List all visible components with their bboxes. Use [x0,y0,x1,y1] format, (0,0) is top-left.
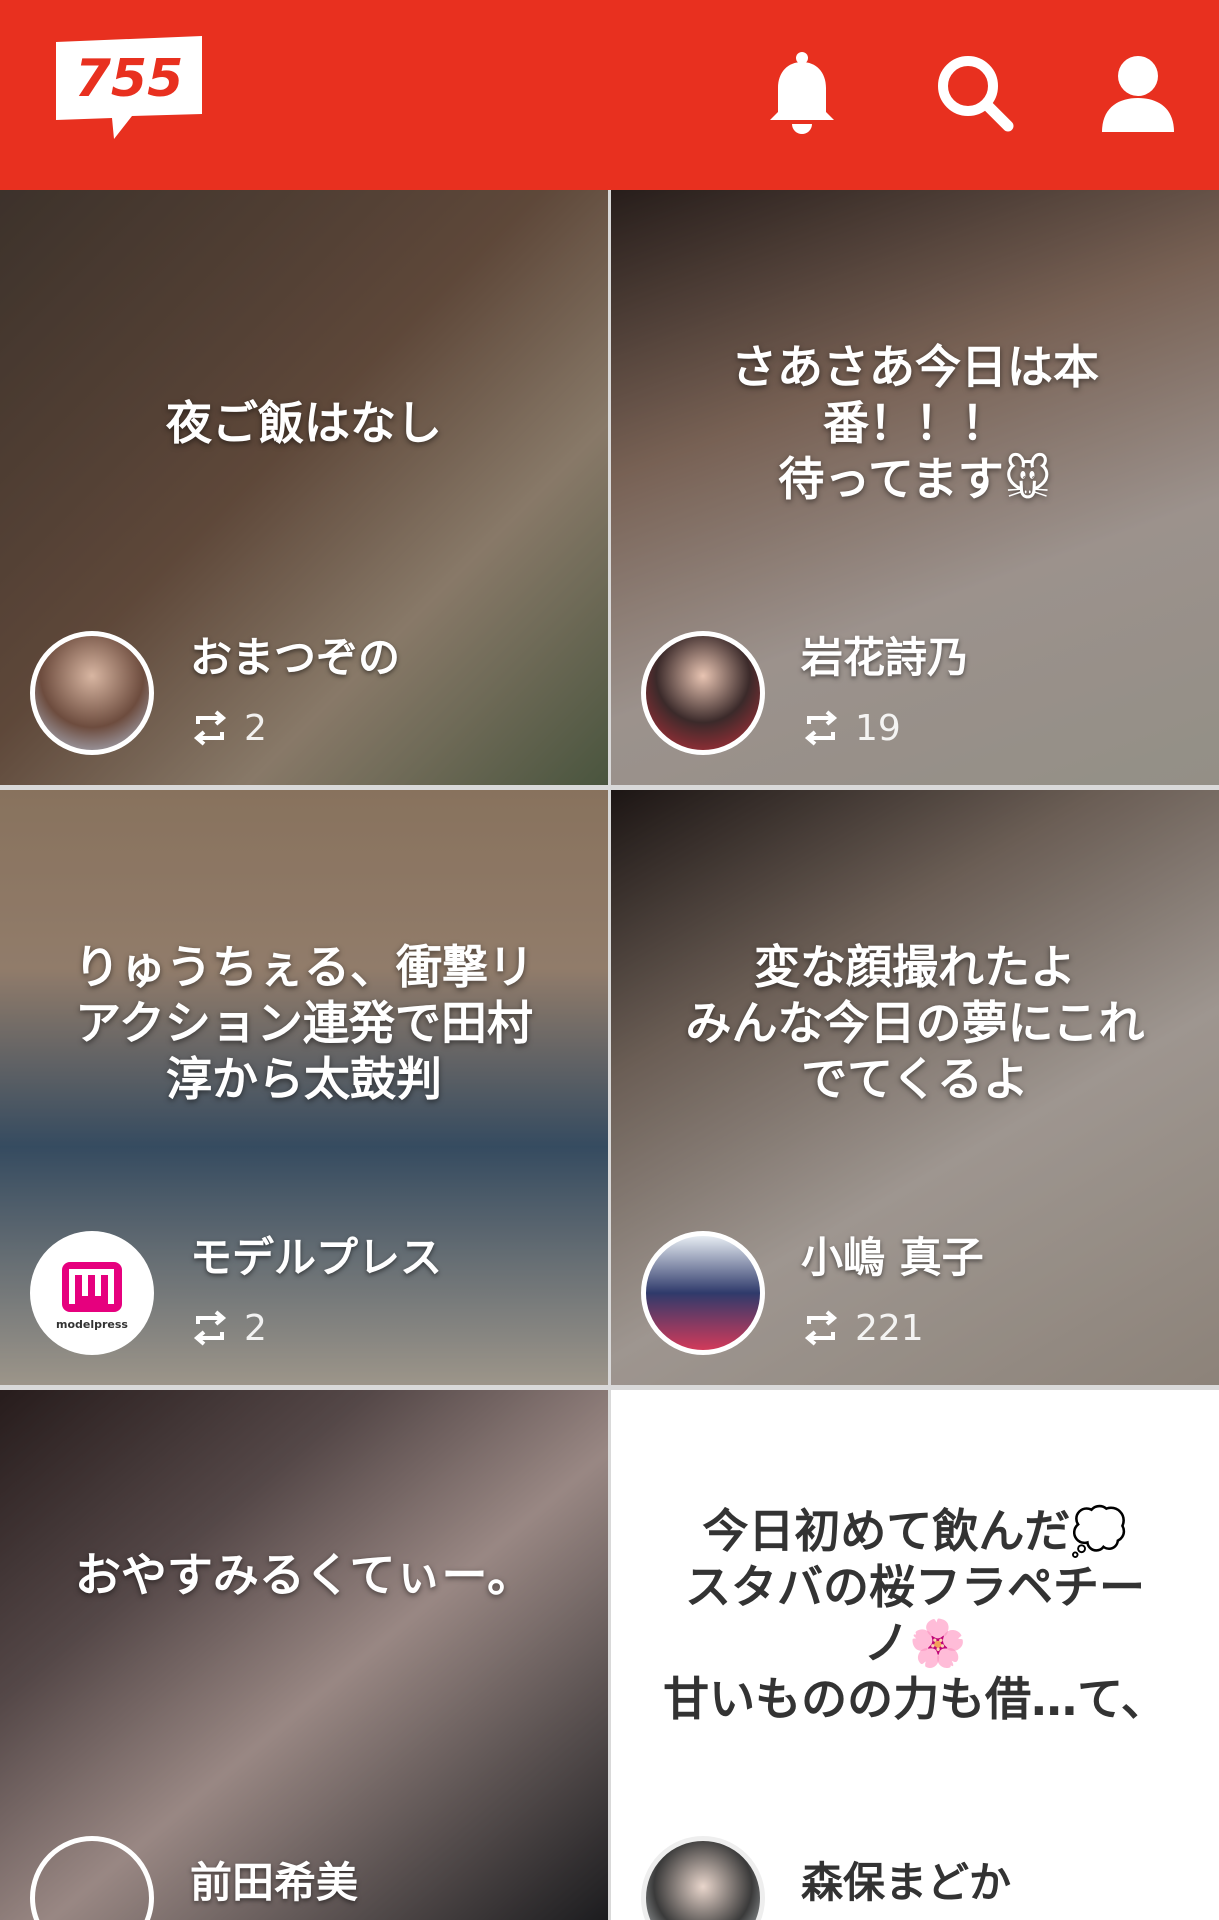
post-caption: さあさあ今日は本 番！！！ 待ってます🐭 [731,339,1099,506]
avatar[interactable] [641,631,765,755]
feed-card[interactable]: 夜ご飯はなし おまつぞの 2 [0,190,608,785]
user-name[interactable]: 森保まどか [801,1849,1011,1910]
repost-count: 19 [855,707,901,749]
user-name[interactable]: 岩花詩乃 [801,624,969,685]
svg-text:modelpress: modelpress [56,1318,128,1331]
user-name[interactable]: 前田希美 [190,1849,358,1910]
repost-meta: 2 [190,703,267,753]
repost-icon [804,1310,838,1346]
post-caption: 今日初めて飲んだ💭 スタバの桜フラペチー ノ🌸 甘いものの力も借…て、 [663,1504,1167,1726]
repost-meta: 221 [801,1303,924,1353]
post-caption: 夜ご飯はなし [166,395,442,450]
user-name[interactable]: おまつぞの [190,624,400,685]
post-caption: 変な顔撮れたよ みんな今日の夢にこれ でてくるよ [685,939,1145,1106]
avatar[interactable] [641,1231,765,1355]
app-header: 755 [0,0,1219,190]
bell-icon[interactable] [760,50,844,134]
user-name[interactable]: 小嶋 真子 [801,1224,984,1285]
repost-icon [804,710,838,746]
feed-card[interactable]: おやすみるくてぃー。 前田希美 [0,1390,608,1920]
feed-card[interactable]: さあさあ今日は本 番！！！ 待ってます🐭 岩花詩乃 19 [611,190,1219,785]
app-logo[interactable]: 755 [52,36,208,139]
repost-icon [193,710,227,746]
feed-grid: 夜ご飯はなし おまつぞの 2 さあさあ今日は本 番！！！ 待ってます🐭 岩花詩乃 [0,190,1219,1920]
repost-count: 2 [244,707,267,749]
modelpress-logo: modelpress [56,1262,128,1331]
avatar[interactable] [641,1836,765,1920]
feed-card[interactable]: 今日初めて飲んだ💭 スタバの桜フラペチー ノ🌸 甘いものの力も借…て、 森保まど… [611,1390,1219,1920]
logo-text: 755 [75,49,184,109]
feed-card[interactable]: 変な顔撮れたよ みんな今日の夢にこれ でてくるよ 小嶋 真子 221 [611,790,1219,1385]
repost-icon [193,1310,227,1346]
repost-count: 221 [855,1307,924,1349]
repost-count: 2 [244,1307,267,1349]
user-icon[interactable] [1096,50,1180,134]
repost-meta: 19 [801,703,901,753]
post-caption: おやすみるくてぃー。 [74,1548,534,1602]
user-name[interactable]: モデルプレス [190,1224,442,1285]
avatar[interactable] [30,631,154,755]
post-caption: りゅうちぇる、衝撃リ アクション連発で田村 淳から太鼓判 [74,939,534,1106]
feed-card[interactable]: りゅうちぇる、衝撃リ アクション連発で田村 淳から太鼓判 modelpress … [0,790,608,1385]
search-icon[interactable] [932,50,1016,134]
avatar[interactable]: modelpress [30,1231,154,1355]
repost-meta: 2 [190,1303,267,1353]
